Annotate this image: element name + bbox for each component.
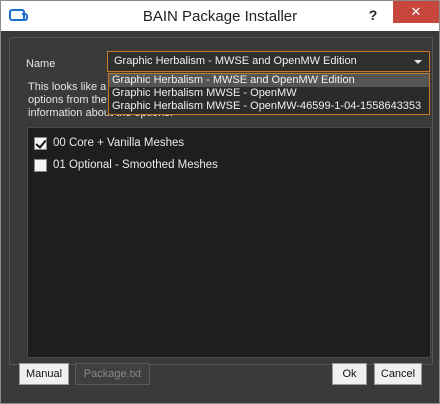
- close-icon: ✕: [410, 4, 422, 19]
- list-item[interactable]: 00 Core + Vanilla Meshes: [34, 135, 184, 151]
- name-label: Name: [26, 58, 56, 70]
- cancel-button[interactable]: Cancel: [374, 363, 422, 385]
- close-button[interactable]: ✕: [393, 1, 439, 23]
- title-bar[interactable]: BAIN Package Installer ? ✕: [1, 1, 439, 31]
- dropdown-option[interactable]: Graphic Herbalism MWSE - OpenMW-46599-1-…: [109, 100, 429, 113]
- package-name-dropdown[interactable]: Graphic Herbalism - MWSE and OpenMW Edit…: [108, 73, 430, 115]
- package-name-combo[interactable]: Graphic Herbalism - MWSE and OpenMW Edit…: [107, 51, 430, 72]
- package-txt-button[interactable]: Package.txt: [75, 363, 150, 385]
- package-groupbox: Name Graphic Herbalism - MWSE and OpenMW…: [9, 37, 433, 365]
- manual-button[interactable]: Manual: [19, 363, 69, 385]
- dropdown-option[interactable]: Graphic Herbalism MWSE - OpenMW: [109, 87, 429, 100]
- help-button[interactable]: ?: [363, 5, 383, 25]
- installer-dialog: BAIN Package Installer ? ✕ Name Graphic …: [0, 0, 440, 404]
- chevron-down-icon: [414, 60, 422, 64]
- list-item-label: 00 Core + Vanilla Meshes: [53, 137, 185, 149]
- options-list[interactable]: 00 Core + Vanilla Meshes 01 Optional - S…: [27, 127, 431, 358]
- list-item[interactable]: 01 Optional - Smoothed Meshes: [34, 157, 218, 173]
- ok-button[interactable]: Ok: [332, 363, 367, 385]
- dialog-body: Name Graphic Herbalism - MWSE and OpenMW…: [1, 31, 439, 403]
- checkbox-unchecked[interactable]: [34, 158, 47, 172]
- combo-selected-value: Graphic Herbalism - MWSE and OpenMW Edit…: [114, 55, 357, 67]
- checkbox-checked[interactable]: [34, 136, 47, 150]
- dropdown-option[interactable]: Graphic Herbalism - MWSE and OpenMW Edit…: [109, 74, 429, 87]
- list-item-label: 01 Optional - Smoothed Meshes: [53, 159, 218, 171]
